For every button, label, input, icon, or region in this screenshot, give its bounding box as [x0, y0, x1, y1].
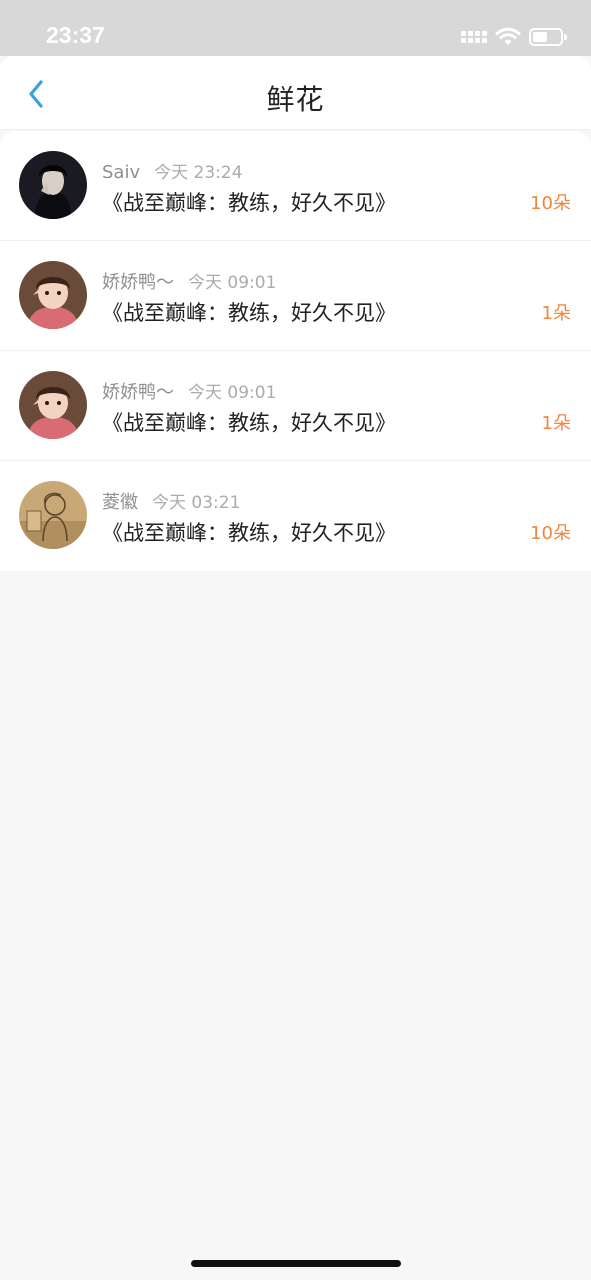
flower-record-list: Saiv 今天 23:24 《战至巅峰：教练，好久不见》 10朵 娇娇鸭～ 今天 0…: [0, 131, 591, 571]
flower-count: 1朵: [541, 413, 571, 434]
list-item[interactable]: Saiv 今天 23:24 《战至巅峰：教练，好久不见》 10朵: [0, 131, 591, 241]
avatar[interactable]: [19, 371, 87, 439]
timestamp: 今天 03:21: [152, 493, 241, 513]
item-meta: 菱徽 今天 03:21: [102, 488, 240, 514]
flower-count: 10朵: [530, 523, 571, 544]
flower-count: 10朵: [530, 193, 571, 214]
page-title: 鲜花: [266, 83, 325, 116]
flower-count: 1朵: [541, 303, 571, 324]
work-title[interactable]: 《战至巅峰：教练，好久不见》: [102, 297, 396, 327]
list-item[interactable]: 娇娇鸭～ 今天 09:01 《战至巅峰：教练，好久不见》 1朵: [0, 351, 591, 461]
timestamp: 今天 09:01: [188, 383, 277, 403]
home-indicator[interactable]: [191, 1260, 401, 1267]
timestamp: 今天 23:24: [154, 163, 243, 183]
item-meta: Saiv 今天 23:24: [102, 158, 243, 183]
work-title[interactable]: 《战至巅峰：教练，好久不见》: [102, 517, 396, 547]
signal-icon: [461, 31, 487, 43]
timestamp: 今天 09:01: [188, 273, 277, 293]
status-time: 23:37: [46, 22, 105, 48]
item-meta: 娇娇鸭～ 今天 09:01: [102, 378, 276, 404]
user-name[interactable]: Saiv: [102, 162, 140, 183]
wifi-icon: [495, 27, 521, 45]
list-item[interactable]: 娇娇鸭～ 今天 09:01 《战至巅峰：教练，好久不见》 1朵: [0, 241, 591, 351]
user-name[interactable]: 娇娇鸭～: [102, 272, 174, 293]
avatar[interactable]: [19, 481, 87, 549]
work-title[interactable]: 《战至巅峰：教练，好久不见》: [102, 407, 396, 437]
user-name[interactable]: 娇娇鸭～: [102, 382, 174, 403]
list-item[interactable]: 菱徽 今天 03:21 《战至巅峰：教练，好久不见》 10朵: [0, 461, 591, 571]
work-title[interactable]: 《战至巅峰：教练，好久不见》: [102, 187, 396, 217]
status-icons: [461, 26, 567, 48]
battery-icon: [529, 28, 567, 46]
nav-bar: 鲜花: [0, 56, 591, 130]
status-bar: 23:37: [0, 0, 591, 56]
item-meta: 娇娇鸭～ 今天 09:01: [102, 268, 276, 294]
avatar[interactable]: [19, 151, 87, 219]
user-name[interactable]: 菱徽: [102, 492, 138, 513]
avatar[interactable]: [19, 261, 87, 329]
